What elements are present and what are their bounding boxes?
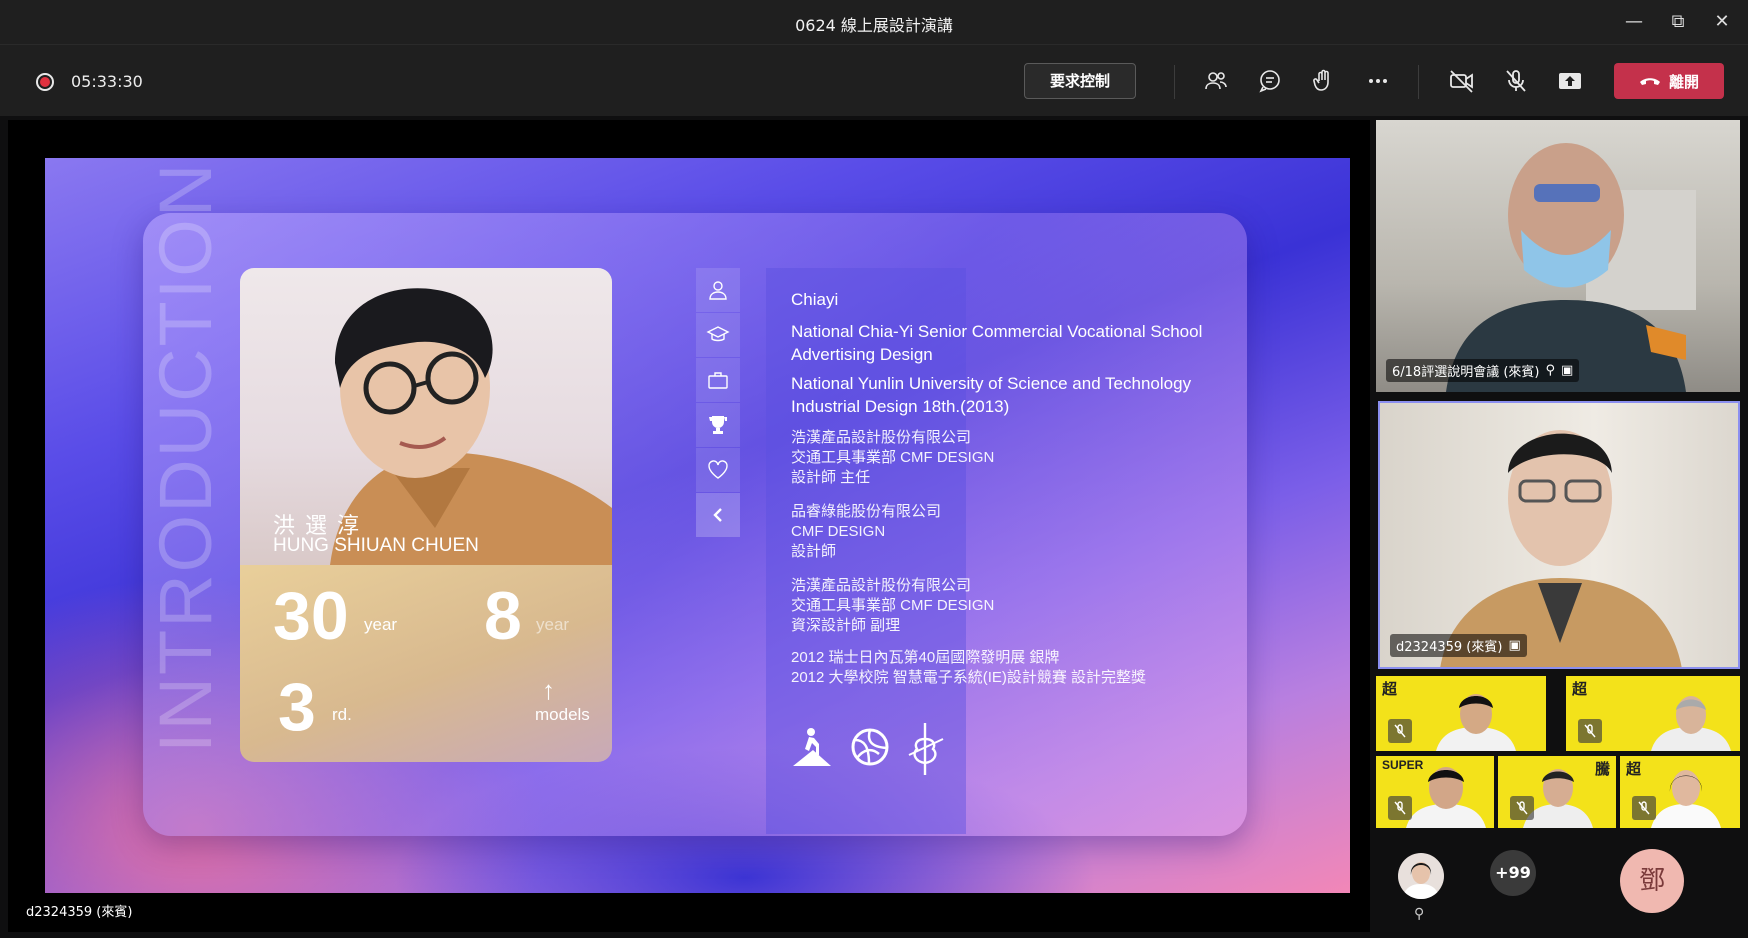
close-icon[interactable]: ✕ — [1702, 8, 1742, 36]
graduation-cap-icon[interactable] — [696, 313, 740, 357]
info-job1-line: 浩漢產品設計股份有限公司 — [791, 429, 972, 446]
slide-nav-icons — [696, 268, 740, 540]
info-job1-line: 設計師 主任 — [791, 469, 871, 486]
shared-screen: INTRODUCTION 洪選淳 HUNG SHIUAN CHUEN 30 ye… — [8, 120, 1370, 932]
request-control-button[interactable]: 要求控制 — [1024, 63, 1136, 99]
recording-time: 05:33:30 — [71, 72, 143, 91]
info-city: Chiayi — [791, 290, 839, 309]
mic-off-icon: ⚲ — [1545, 363, 1556, 378]
participant-name: d2324359 (來賓) — [1396, 640, 1503, 655]
window-title: 0624 線上展設計演講 — [795, 16, 953, 35]
stat-unit: year — [364, 615, 398, 634]
stat-value-arrow: ↑ — [542, 675, 555, 705]
info-job3-line: 交通工具事業部 CMF DESIGN — [791, 597, 995, 614]
mic-off-icon — [1632, 796, 1656, 820]
recording-icon — [36, 73, 54, 91]
toolbar-divider — [1418, 65, 1419, 99]
camera-off-icon[interactable] — [1446, 65, 1478, 97]
thumb-logo: 超 — [1572, 681, 1588, 698]
share-screen-icon[interactable] — [1554, 65, 1586, 97]
info-school2-dept: Industrial Design 18th.(2013) — [791, 397, 1010, 416]
participant-video-tile-active[interactable]: d2324359 (來賓) ▣ — [1378, 401, 1740, 669]
participant-video — [1651, 696, 1731, 751]
profile-photo: 洪選淳 HUNG SHIUAN CHUEN — [240, 268, 612, 565]
info-job2-line: 設計師 — [791, 543, 837, 560]
participant-video — [1651, 770, 1721, 828]
hiking-icon — [793, 728, 831, 766]
info-job2-line: 品睿綠能股份有限公司 — [791, 503, 942, 520]
slide-vertical-title: INTRODUCTION — [144, 161, 227, 753]
participant-video — [1440, 430, 1682, 667]
stat-value: 3 — [278, 669, 316, 745]
trophy-icon[interactable] — [696, 403, 740, 447]
stats-panel: 30 year 8 year 3 rd. ↑ models — [240, 565, 612, 762]
presenter-label: d2324359 (來賓) — [22, 899, 137, 922]
info-job3-line: 浩漢產品設計股份有限公司 — [791, 577, 972, 594]
meeting-toolbar: 05:33:30 要求控制 離開 — [0, 44, 1748, 116]
participant-video — [1446, 143, 1696, 392]
info-school2: National Yunlin University of Science an… — [791, 374, 1192, 393]
thumb-logo: 超 — [1626, 761, 1642, 778]
avatar-photo — [1402, 862, 1440, 899]
reactions-icon[interactable] — [1308, 65, 1340, 97]
briefcase-icon[interactable] — [696, 358, 740, 402]
info-award-line: 2012 大學校院 智慧電子系統(IE)設計競賽 設計完整獎 — [791, 669, 1147, 686]
participants-icon[interactable] — [1200, 65, 1232, 97]
title-bar: 0624 線上展設計演講 — ⧉ ✕ — [0, 0, 1748, 44]
screen-share-icon: ▣ — [1508, 638, 1521, 653]
stat-unit: models — [535, 705, 590, 724]
participant-thumbnail[interactable]: SUPER — [1376, 756, 1494, 828]
back-chevron-icon[interactable] — [696, 493, 740, 537]
stat-value: 8 — [484, 578, 522, 654]
info-job1-line: 交通工具事業部 CMF DESIGN — [791, 449, 995, 466]
participant-video — [1406, 767, 1486, 828]
mic-off-icon — [1510, 796, 1534, 820]
mic-off-icon: ⚲ — [1414, 906, 1425, 922]
phone-hangup-icon — [1639, 78, 1660, 85]
more-participants-button[interactable]: +99 — [1490, 850, 1536, 896]
leave-label: 離開 — [1668, 72, 1699, 91]
profile-info: Chiayi National Chia-Yi Senior Commercia… — [791, 288, 1231, 700]
intro-card: INTRODUCTION 洪選淳 HUNG SHIUAN CHUEN 30 ye… — [143, 162, 1247, 836]
presentation-slide: INTRODUCTION 洪選淳 HUNG SHIUAN CHUEN 30 ye… — [45, 158, 1350, 893]
participant-initial-avatar[interactable]: 鄧 — [1620, 849, 1684, 913]
participant-label: 6/18評選說明會議 (來賓) ⚲ ▣ — [1386, 359, 1580, 382]
mic-off-icon[interactable] — [1500, 65, 1532, 97]
minimize-icon[interactable]: — — [1614, 8, 1654, 36]
stat-unit: year — [536, 615, 570, 634]
person-name-en: HUNG SHIUAN CHUEN — [273, 535, 479, 556]
stat-value: 30 — [273, 578, 349, 654]
participant-thumbnail[interactable]: 超 — [1620, 756, 1740, 828]
mic-off-icon — [1388, 719, 1412, 743]
info-school1-dept: Advertising Design — [791, 345, 933, 364]
info-job2-line: CMF DESIGN — [791, 523, 886, 540]
stat-unit: rd. — [332, 705, 352, 724]
heart-icon[interactable] — [696, 448, 740, 492]
info-school1: National Chia-Yi Senior Commercial Vocat… — [791, 322, 1203, 341]
participant-thumbnail[interactable]: 超 — [1566, 676, 1740, 751]
participant-avatar[interactable] — [1398, 853, 1444, 899]
leave-button[interactable]: 離開 — [1614, 63, 1724, 99]
participant-thumbnail[interactable]: 超 — [1376, 676, 1546, 751]
restore-icon[interactable]: ⧉ — [1658, 8, 1698, 36]
toolbar-divider — [1174, 65, 1175, 99]
participant-video — [1436, 694, 1516, 751]
thumb-logo: 超 — [1382, 681, 1398, 698]
info-job3-line: 資深設計師 副理 — [791, 617, 901, 634]
profile-icon[interactable] — [696, 268, 740, 312]
participant-thumbnail[interactable]: 騰 — [1498, 756, 1616, 828]
cello-icon — [908, 723, 944, 775]
volleyball-icon — [851, 728, 889, 766]
mic-off-icon — [1578, 719, 1602, 743]
chat-icon[interactable] — [1254, 65, 1286, 97]
mic-off-icon — [1388, 796, 1412, 820]
participant-label: d2324359 (來賓) ▣ — [1390, 634, 1527, 657]
screen-share-icon: ▣ — [1561, 363, 1574, 378]
more-options-icon[interactable] — [1362, 65, 1394, 97]
participant-name: 6/18評選說明會議 (來賓) — [1392, 365, 1540, 380]
participant-video-tile[interactable]: 6/18評選說明會議 (來賓) ⚲ ▣ — [1376, 120, 1740, 392]
info-award-line: 2012 瑞士日內瓦第40屆國際發明展 銀牌 — [791, 649, 1060, 666]
